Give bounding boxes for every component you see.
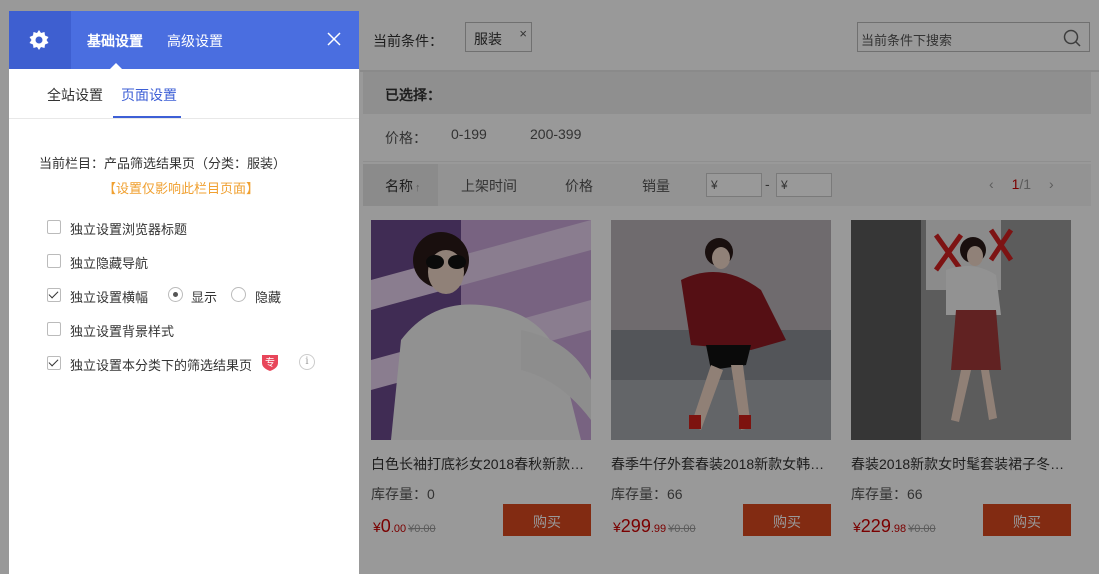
sub-tabs: 全站设置 页面设置 <box>9 69 359 119</box>
close-icon[interactable] <box>326 31 342 47</box>
option-label: 独立设置浏览器标题 <box>70 222 188 237</box>
checkbox-checked[interactable] <box>47 356 61 370</box>
subtab-site-settings[interactable]: 全站设置 <box>47 85 103 105</box>
tab-basic-settings[interactable]: 基础设置 <box>87 31 143 51</box>
radio-show-label: 显示 <box>191 290 218 305</box>
panel-header: 基础设置 高级设置 <box>9 11 359 69</box>
tab-advanced-settings[interactable]: 高级设置 <box>167 31 223 51</box>
pro-badge-icon: 专 <box>262 355 278 371</box>
settings-panel: 基础设置 高级设置 全站设置 页面设置 当前栏目：产品筛选结果页（分类：服装） … <box>9 11 359 574</box>
radio-hide[interactable] <box>231 287 246 302</box>
radio-hide-label: 隐藏 <box>255 290 282 305</box>
checkbox[interactable] <box>47 254 61 268</box>
option-label: 独立设置本分类下的筛选结果页 <box>70 358 253 373</box>
current-column-text: 当前栏目：产品筛选结果页（分类：服装） <box>39 156 287 171</box>
subtab-active-indicator <box>113 116 181 118</box>
settings-gear[interactable] <box>9 11 71 69</box>
scope-note: 【设置仅影响此栏目页面】 <box>103 181 260 196</box>
checkbox[interactable] <box>47 220 61 234</box>
pro-badge-label: 专 <box>265 356 275 369</box>
radio-show[interactable] <box>168 287 183 302</box>
option-label: 独立设置横幅 <box>70 290 149 305</box>
option-label: 独立隐藏导航 <box>70 256 149 271</box>
checkbox-checked[interactable] <box>47 288 61 302</box>
gear-icon <box>29 30 49 50</box>
checkbox[interactable] <box>47 322 61 336</box>
option-label: 独立设置背景样式 <box>70 324 175 339</box>
subtab-page-settings[interactable]: 页面设置 <box>121 85 177 105</box>
info-icon[interactable]: i <box>299 354 315 370</box>
